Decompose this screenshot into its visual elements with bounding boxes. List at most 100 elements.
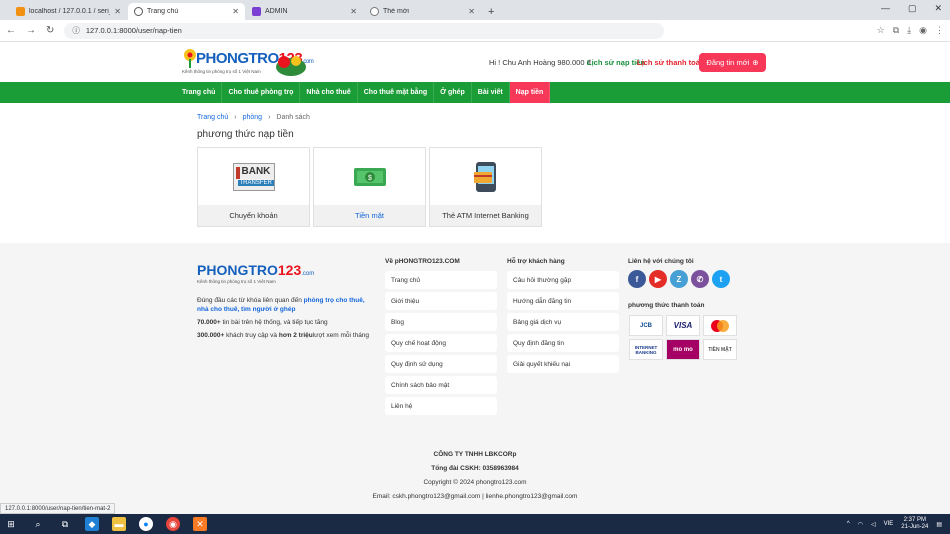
site-header: PHONGTRO123.com Kênh thông tin phòng trọ…	[0, 42, 950, 82]
hotline: Tổng đài CSKH: 0358963984	[431, 465, 519, 472]
close-icon[interactable]: ✕	[350, 7, 357, 16]
system-tray: ^ ◠ ◁ VIE 2:37 PM 21-Jun-24 ▤	[847, 514, 942, 534]
post-new-button[interactable]: Đăng tin mới ⊕	[699, 53, 766, 72]
vscode-icon[interactable]: ◆	[85, 517, 99, 531]
nav-item-posts[interactable]: Bài viết	[472, 82, 510, 103]
footer-link[interactable]: Giới thiệu	[385, 292, 497, 310]
footer-link[interactable]: Bảng giá dịch vụ	[507, 313, 619, 331]
youtube-icon[interactable]: ▶	[649, 270, 667, 288]
footer-link[interactable]: Quy định đăng tin	[507, 334, 619, 352]
method-label: Tiền mặt	[314, 205, 425, 226]
breadcrumb-rooms[interactable]: phòng	[243, 114, 262, 121]
browser-tab-4[interactable]: Thẻ mới ✕	[364, 3, 481, 20]
footer-link[interactable]: Giải quyết khiếu nại	[507, 355, 619, 373]
tray-arrow-icon[interactable]: ^	[847, 521, 850, 527]
nav-item-home[interactable]: Trang chủ	[176, 82, 223, 103]
close-icon[interactable]: ✕	[232, 7, 239, 16]
post-button-label: Đăng tin mới	[706, 58, 750, 67]
phpmyadmin-favicon-icon	[16, 7, 25, 16]
cash-icon: $	[353, 168, 386, 186]
method-bank-transfer[interactable]: BANK TRANSFER Chuyển khoản	[197, 147, 310, 227]
os-taskbar: ⊞ ⌕ ⧉ ◆ ▬ ● ◉ ✕ ^ ◠ ◁ VIE 2:37 PM 21-Jun…	[0, 514, 950, 534]
nav-item-premises[interactable]: Cho thuê mặt bằng	[358, 82, 435, 103]
payment-logos: JCB VISA INTERNET BANKING mo mo TIỀN MẶT	[629, 315, 737, 360]
main-nav: Trang chủ Cho thuê phòng trọ Nhà cho thu…	[0, 82, 950, 103]
browser-toolbar: ← → ↻ ⓘ 127.0.0.1:8000/user/nap-tien ☆ ⧉…	[0, 20, 950, 42]
input-language[interactable]: VIE	[884, 521, 894, 527]
footer-stat-posts: 70.000+ tin bài trên hệ thống, và tiếp t…	[197, 319, 328, 326]
chrome-icon[interactable]: ◉	[166, 517, 180, 531]
extensions-icon[interactable]: ⧉	[893, 25, 899, 36]
wifi-icon[interactable]: ◠	[858, 521, 863, 528]
back-arrow-icon[interactable]: ←	[6, 25, 16, 36]
bootstrap-favicon-icon	[252, 7, 261, 16]
clock[interactable]: 2:37 PM 21-Jun-24	[901, 517, 928, 531]
url-bar[interactable]: ⓘ 127.0.0.1:8000/user/nap-tien	[64, 22, 665, 39]
nav-item-topup[interactable]: Nạp tiền	[509, 82, 551, 103]
close-window-icon[interactable]: ✕	[934, 3, 942, 14]
footer-contact-title: Liên hệ với chúng tôi	[628, 258, 694, 265]
footer-about-title: Về pHONGTRO123.COM	[385, 258, 460, 265]
site-logo[interactable]: PHONGTRO123.com Kênh thông tin phòng trọ…	[180, 47, 314, 79]
close-icon[interactable]: ✕	[114, 7, 121, 16]
site-info-icon[interactable]: ⓘ	[72, 25, 80, 36]
cash-logo: TIỀN MẶT	[703, 339, 737, 360]
footer-link[interactable]: Liên hệ	[385, 397, 497, 415]
viber-icon[interactable]: ✆	[691, 270, 709, 288]
footer-link[interactable]: Quy định sử dụng	[385, 355, 497, 373]
bank-transfer-icon: BANK TRANSFER	[232, 163, 275, 191]
windows-start-icon[interactable]: ⊞	[4, 517, 18, 531]
menu-dots-icon[interactable]: ⋮	[935, 25, 944, 36]
browser-tab-3[interactable]: ADMIN ✕	[246, 3, 363, 20]
search-icon[interactable]: ⌕	[31, 517, 45, 531]
nav-item-roommate[interactable]: Ở ghép	[434, 82, 472, 103]
social-links: f ▶ Z ✆ t	[628, 270, 730, 288]
browser-tab-1[interactable]: localhost / 127.0.0.1 / seri_pho ✕	[10, 3, 127, 20]
nav-item-houses[interactable]: Nhà cho thuê	[300, 82, 358, 103]
breadcrumb-home[interactable]: Trang chủ	[197, 114, 228, 121]
footer-slogan: Kênh thông tin phòng trọ số 1 Việt Nam	[197, 279, 276, 284]
payment-history-link[interactable]: Lịch sử thanh toán	[637, 58, 705, 67]
footer-link[interactable]: Câu hỏi thường gặp	[507, 271, 619, 289]
task-view-icon[interactable]: ⧉	[58, 517, 72, 531]
footer-logo[interactable]: PHONGTRO123.com	[197, 262, 314, 278]
new-tab-button[interactable]: +	[482, 6, 500, 20]
url-text: 127.0.0.1:8000/user/nap-tien	[85, 26, 182, 35]
footer-link[interactable]: Trang chủ	[385, 271, 497, 289]
twitter-icon[interactable]: t	[712, 270, 730, 288]
bookmark-star-icon[interactable]: ☆	[877, 25, 885, 36]
atm-card-icon	[473, 162, 496, 192]
internet-banking-logo: INTERNET BANKING	[629, 339, 663, 360]
visa-logo: VISA	[666, 315, 700, 336]
close-icon[interactable]: ✕	[468, 7, 475, 16]
contact-email: Email: cskh.phongtro123@gmail.com | lien…	[372, 493, 578, 500]
volume-icon[interactable]: ◁	[871, 521, 876, 528]
facebook-icon[interactable]: f	[628, 270, 646, 288]
page-title: phương thức nạp tiền	[197, 129, 294, 140]
mastercard-icon	[711, 319, 729, 332]
globe-favicon-icon	[370, 7, 379, 16]
xampp-icon[interactable]: ✕	[193, 517, 207, 531]
method-cash[interactable]: $ Tiền mặt	[313, 147, 426, 227]
jcb-logo: JCB	[629, 315, 663, 336]
minimize-icon[interactable]: —	[881, 3, 890, 14]
nav-item-rooms[interactable]: Cho thuê phòng trọ	[222, 82, 301, 103]
company-name: CÔNG TY TNHH LBKCORp	[433, 451, 517, 458]
profile-icon[interactable]: ◉	[919, 25, 927, 36]
download-icon[interactable]: ⤓	[907, 25, 911, 36]
method-label: Thẻ ATM Internet Banking	[430, 205, 541, 226]
maximize-icon[interactable]: ▢	[908, 3, 917, 14]
notification-icon[interactable]: ▤	[936, 521, 942, 528]
reload-icon[interactable]: ↻	[46, 25, 54, 36]
footer-link[interactable]: Blog	[385, 313, 497, 331]
footer-link[interactable]: Quy chế hoạt động	[385, 334, 497, 352]
footer-link[interactable]: Chính sách bảo mật	[385, 376, 497, 394]
footer-link[interactable]: Hướng dẫn đăng tin	[507, 292, 619, 310]
method-atm-card[interactable]: Thẻ ATM Internet Banking	[429, 147, 542, 227]
messenger-icon[interactable]: ●	[139, 517, 153, 531]
file-explorer-icon[interactable]: ▬	[112, 517, 126, 531]
footer-stat-visitors: 300.000+ khách truy cập và hơn 2 triệulư…	[197, 332, 370, 339]
zalo-icon[interactable]: Z	[670, 270, 688, 288]
forward-arrow-icon[interactable]: →	[26, 25, 36, 36]
browser-tab-2[interactable]: Trang chủ ✕	[128, 3, 245, 20]
